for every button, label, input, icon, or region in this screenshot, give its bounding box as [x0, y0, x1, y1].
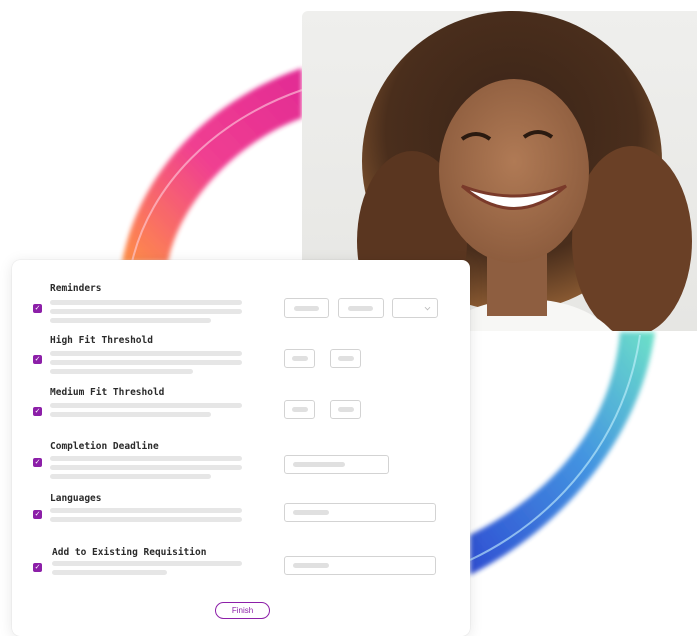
medium-fit-threshold-label: Medium Fit Threshold: [50, 387, 165, 398]
requisition-description-line: [52, 570, 167, 575]
languages-row: Languages ✓: [12, 489, 470, 539]
reminders-description-line: [50, 318, 211, 323]
high-fit-description-line: [50, 351, 242, 356]
high-fit-description-line: [50, 360, 242, 365]
medium-fit-min-field[interactable]: [284, 400, 315, 419]
reminders-frequency-select[interactable]: [392, 298, 438, 318]
completion-deadline-description-line: [50, 465, 242, 470]
high-fit-threshold-row: High Fit Threshold ✓: [12, 330, 470, 382]
high-fit-threshold-label: High Fit Threshold: [50, 335, 153, 346]
reminders-checkbox[interactable]: ✓: [33, 304, 42, 313]
requisition-description-line: [52, 561, 242, 566]
languages-field[interactable]: [284, 503, 436, 522]
reminders-value-field[interactable]: [284, 298, 329, 318]
completion-deadline-description-line: [50, 474, 211, 479]
medium-fit-max-field[interactable]: [330, 400, 361, 419]
reminders-row: Reminders ✓: [12, 260, 470, 330]
completion-deadline-row: Completion Deadline ✓: [12, 436, 470, 488]
high-fit-min-field[interactable]: [284, 349, 315, 368]
completion-deadline-description-line: [50, 456, 242, 461]
reminders-description-line: [50, 309, 242, 314]
medium-fit-threshold-row: Medium Fit Threshold ✓: [12, 382, 470, 434]
high-fit-description-line: [50, 369, 193, 374]
high-fit-max-field[interactable]: [330, 349, 361, 368]
completion-deadline-field[interactable]: [284, 455, 389, 474]
requisition-field[interactable]: [284, 556, 436, 575]
high-fit-threshold-checkbox[interactable]: ✓: [33, 355, 42, 364]
add-to-existing-requisition-label: Add to Existing Requisition: [52, 547, 207, 558]
requisition-settings-card: Reminders ✓ High Fit Threshold ✓ Medium …: [12, 260, 470, 636]
languages-description-line: [50, 517, 242, 522]
languages-label: Languages: [50, 493, 102, 504]
add-to-existing-requisition-checkbox[interactable]: ✓: [33, 563, 42, 572]
medium-fit-description-line: [50, 412, 211, 417]
finish-button[interactable]: Finish: [215, 602, 270, 619]
medium-fit-description-line: [50, 403, 242, 408]
languages-description-line: [50, 508, 242, 513]
medium-fit-threshold-checkbox[interactable]: ✓: [33, 407, 42, 416]
add-to-existing-requisition-row: Add to Existing Requisition ✓: [12, 542, 470, 592]
completion-deadline-label: Completion Deadline: [50, 441, 159, 452]
reminders-label: Reminders: [50, 283, 102, 294]
completion-deadline-checkbox[interactable]: ✓: [33, 458, 42, 467]
languages-checkbox[interactable]: ✓: [33, 510, 42, 519]
reminders-description-line: [50, 300, 242, 305]
chevron-down-icon: [424, 304, 431, 311]
reminders-unit-field[interactable]: [338, 298, 384, 318]
